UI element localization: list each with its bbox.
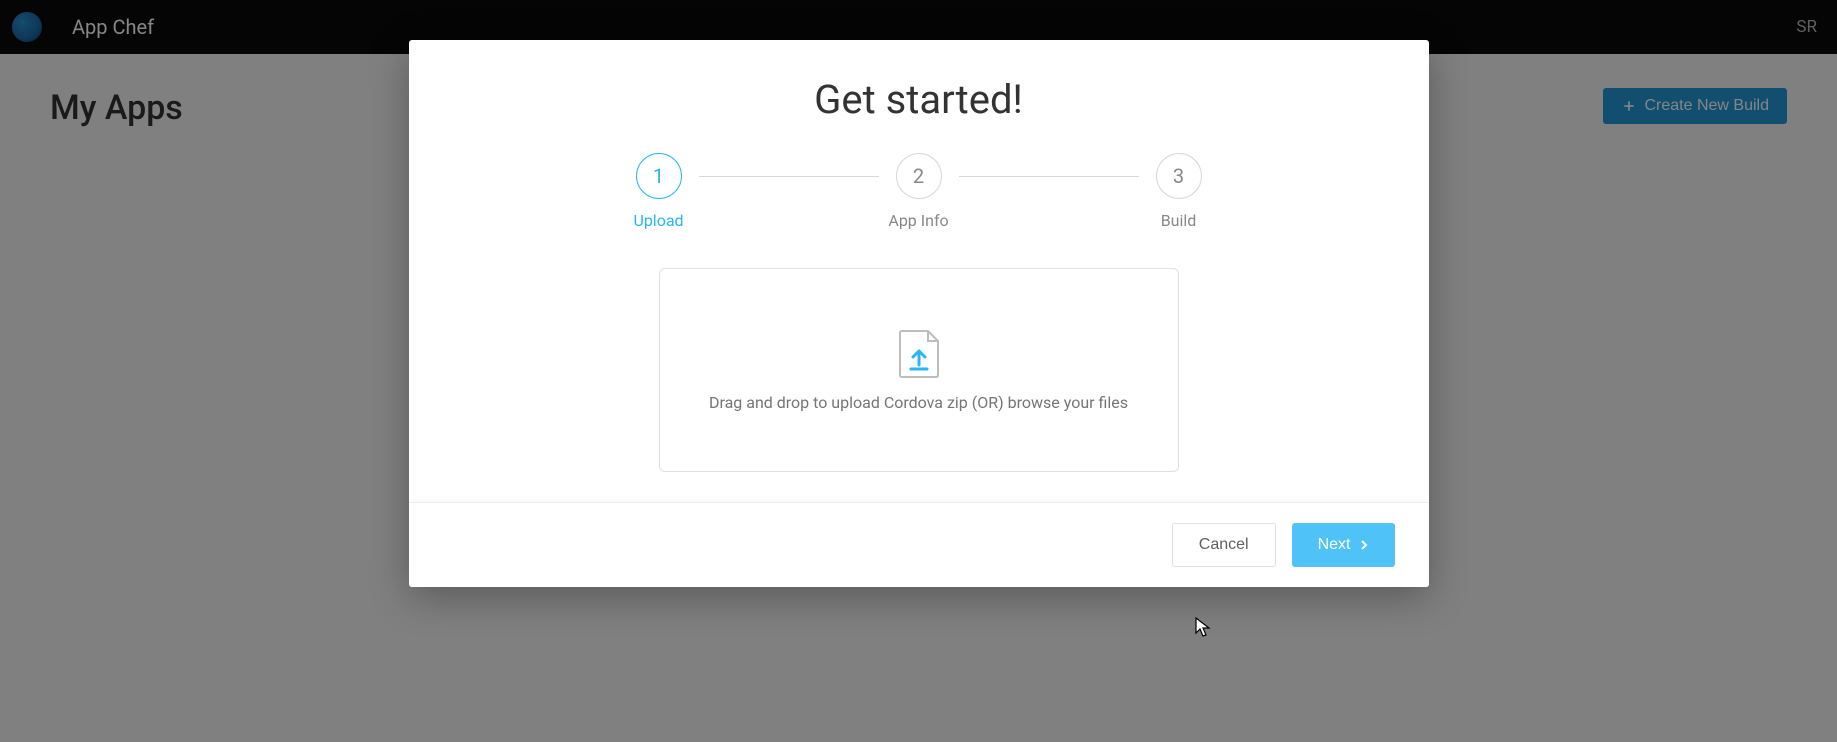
next-button[interactable]: Next: [1292, 523, 1395, 567]
step-app-info[interactable]: 2 App Info: [879, 153, 959, 230]
next-button-label: Next: [1318, 536, 1351, 554]
step-build[interactable]: 3 Build: [1139, 153, 1219, 230]
modal-overlay[interactable]: Get started! 1 Upload 2 App Info 3 Build: [0, 0, 1837, 742]
stepper: 1 Upload 2 App Info 3 Build: [449, 153, 1389, 230]
cancel-button[interactable]: Cancel: [1172, 523, 1276, 567]
step-number: 3: [1156, 153, 1202, 199]
step-number: 2: [896, 153, 942, 199]
modal-title: Get started!: [449, 76, 1389, 123]
file-upload-icon: [898, 329, 940, 379]
modal-footer: Cancel Next: [409, 502, 1429, 587]
upload-dropzone[interactable]: Drag and drop to upload Cordova zip (OR)…: [659, 268, 1179, 472]
step-number: 1: [636, 153, 682, 199]
modal-content: Get started! 1 Upload 2 App Info 3 Build: [409, 40, 1429, 502]
step-connector: [959, 176, 1139, 177]
step-label: Upload: [633, 211, 683, 230]
step-label: Build: [1161, 211, 1197, 230]
chevron-right-icon: [1359, 540, 1369, 550]
step-label: App Info: [888, 211, 948, 230]
dropzone-text: Drag and drop to upload Cordova zip (OR)…: [709, 393, 1128, 412]
step-upload[interactable]: 1 Upload: [619, 153, 699, 230]
step-connector: [699, 176, 879, 177]
get-started-modal: Get started! 1 Upload 2 App Info 3 Build: [409, 40, 1429, 587]
